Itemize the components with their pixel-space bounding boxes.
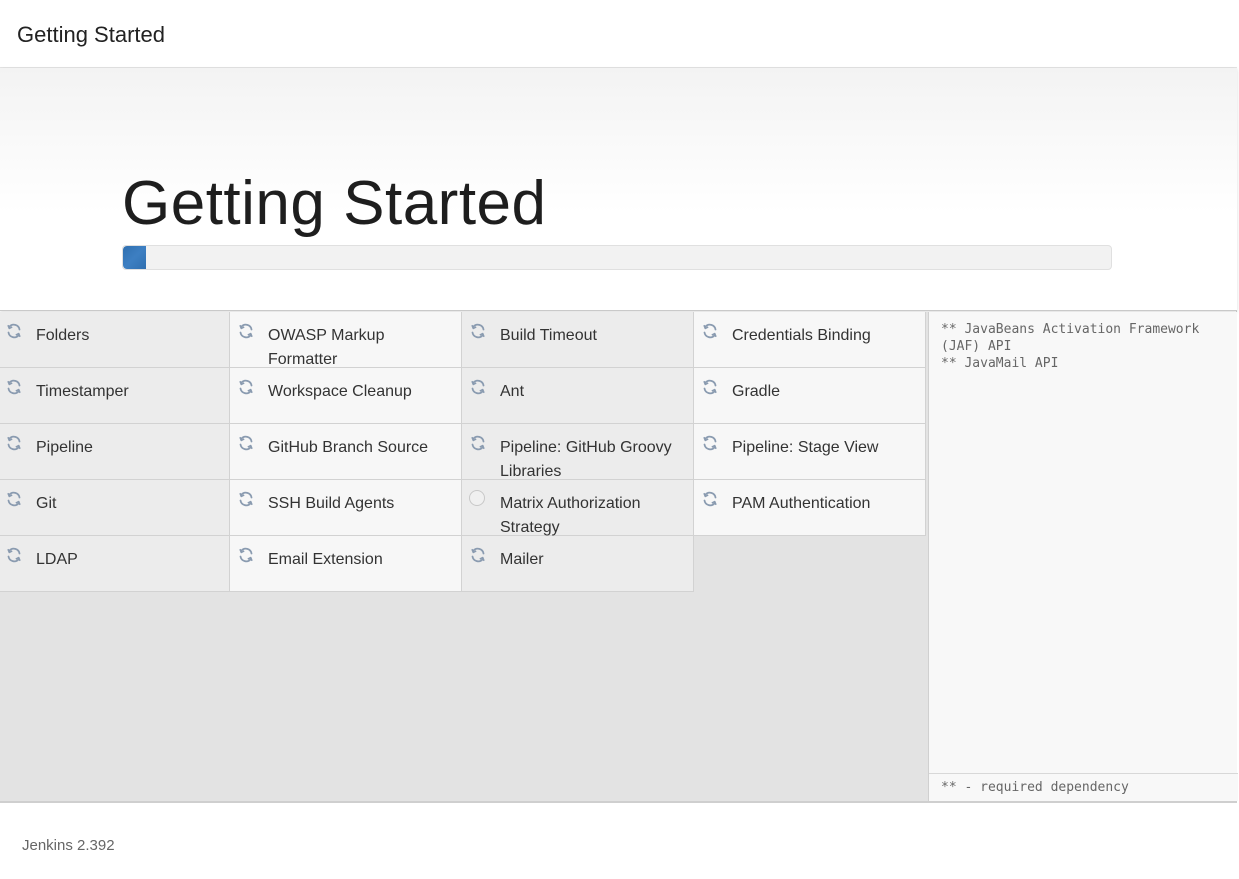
refresh-icon [469, 378, 487, 396]
refresh-icon [701, 434, 719, 452]
refresh-icon [469, 434, 487, 452]
install-progress-fill [123, 246, 146, 269]
plugin-item: Pipeline: GitHub Groovy Libraries [462, 424, 694, 480]
plugin-item: PAM Authentication [694, 480, 926, 536]
plugin-label: Pipeline: GitHub Groovy Libraries [500, 439, 672, 480]
plugin-item: GitHub Branch Source [230, 424, 462, 480]
hero-section: Getting Started [0, 68, 1237, 311]
plugin-item: Workspace Cleanup [230, 368, 462, 424]
refresh-icon [701, 378, 719, 396]
refresh-icon [5, 378, 23, 396]
install-log-panel: ** JavaBeans Activation Framework (JAF) … [928, 312, 1238, 801]
plugin-label: Pipeline [36, 439, 93, 456]
plugin-item: Build Timeout [462, 312, 694, 368]
plugin-item: Email Extension [230, 536, 462, 592]
plugin-label: Pipeline: Stage View [732, 439, 879, 456]
plugin-label: Build Timeout [500, 327, 597, 344]
refresh-icon [701, 322, 719, 340]
refresh-icon [5, 434, 23, 452]
plugin-label: Email Extension [268, 551, 383, 568]
install-progress-bar [122, 245, 1112, 270]
plugin-item: Credentials Binding [694, 312, 926, 368]
install-log-text: ** JavaBeans Activation Framework (JAF) … [941, 322, 1200, 371]
install-log-footer: ** - required dependency [929, 773, 1238, 801]
required-dependency-note: ** - required dependency [941, 780, 1129, 795]
refresh-icon [5, 490, 23, 508]
plugin-label: Git [36, 495, 57, 512]
header: Getting Started [0, 0, 1237, 68]
refresh-icon [469, 322, 487, 340]
refresh-icon [5, 546, 23, 564]
plugin-item: OWASP Markup Formatter [230, 312, 462, 368]
refresh-icon [5, 322, 23, 340]
refresh-icon [237, 546, 255, 564]
refresh-icon [237, 378, 255, 396]
refresh-icon [237, 434, 255, 452]
plugin-label: Mailer [500, 551, 544, 568]
plugin-item: Ant [462, 368, 694, 424]
plugin-label: GitHub Branch Source [268, 439, 429, 456]
refresh-icon [469, 546, 487, 564]
plugin-label: Ant [500, 383, 525, 400]
refresh-icon [701, 490, 719, 508]
pending-circle-icon [469, 490, 487, 508]
plugin-item: Pipeline: Stage View [694, 424, 926, 480]
plugin-label: OWASP Markup Formatter [268, 327, 385, 368]
setup-wizard-window: Getting Started Getting Started Folders O… [0, 0, 1238, 879]
plugin-item: Pipeline [0, 424, 230, 480]
plugin-label: LDAP [36, 551, 78, 568]
header-title: Getting Started [17, 22, 165, 47]
plugin-label: Folders [36, 327, 90, 344]
plugin-label: Matrix Authorization Strategy [500, 495, 641, 536]
footer: Jenkins 2.392 [0, 801, 1237, 879]
jenkins-version: Jenkins 2.392 [22, 837, 115, 854]
plugin-label: SSH Build Agents [268, 495, 395, 512]
plugin-item: Timestamper [0, 368, 230, 424]
plugin-item: Matrix Authorization Strategy [462, 480, 694, 536]
plugin-item: Folders [0, 312, 230, 368]
plugin-label: Gradle [732, 383, 781, 400]
refresh-icon [237, 490, 255, 508]
plugin-label: PAM Authentication [732, 495, 871, 512]
plugin-item: Mailer [462, 536, 694, 592]
plugin-label: Timestamper [36, 383, 129, 400]
plugin-item: SSH Build Agents [230, 480, 462, 536]
plugin-item: Git [0, 480, 230, 536]
plugin-install-grid-area: Folders OWASP Markup Formatter Build Timeo… [0, 312, 928, 801]
plugin-grid: Folders OWASP Markup Formatter Build Timeo… [0, 312, 928, 592]
refresh-icon [237, 322, 255, 340]
plugin-label: Credentials Binding [732, 327, 871, 344]
plugin-item: Gradle [694, 368, 926, 424]
plugin-item: LDAP [0, 536, 230, 592]
page-title: Getting Started [122, 169, 547, 238]
plugin-label: Workspace Cleanup [268, 383, 412, 400]
